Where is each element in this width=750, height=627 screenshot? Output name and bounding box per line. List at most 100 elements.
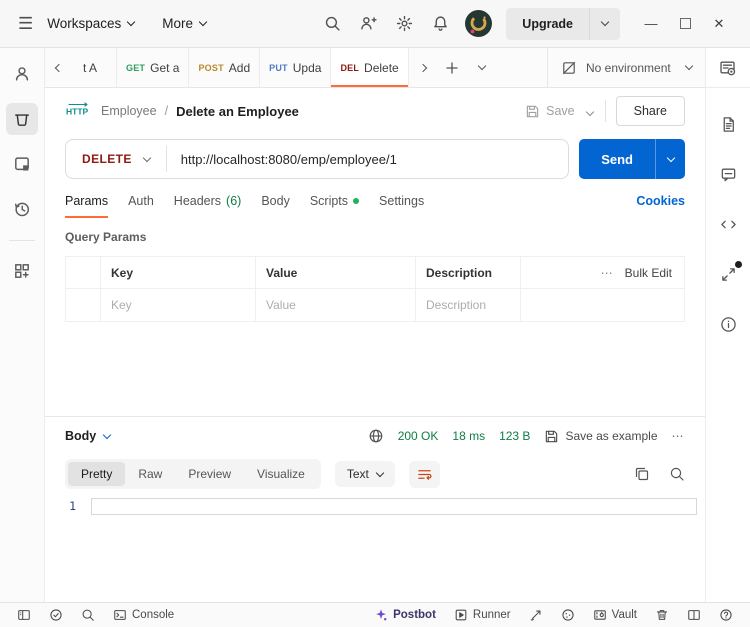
environment-selector[interactable]: No environment <box>547 48 705 87</box>
environment-quick-look-icon[interactable] <box>718 58 738 78</box>
console-button[interactable]: Console <box>104 603 183 627</box>
status-ok-button[interactable] <box>40 603 72 627</box>
response-view-switcher: Pretty Raw Preview Visualize <box>65 459 321 489</box>
new-tab-icon[interactable] <box>437 48 467 87</box>
help-button[interactable] <box>710 603 742 627</box>
view-preview[interactable]: Preview <box>175 462 244 486</box>
window-minimize-button[interactable]: — <box>634 7 668 41</box>
related-requests-icon[interactable] <box>718 261 742 284</box>
response-pane: Body 200 OK 18 ms 123 B Save as example … <box>45 416 705 602</box>
comments-icon[interactable] <box>718 164 738 184</box>
breadcrumb-separator: / <box>164 104 169 118</box>
description-input[interactable]: Description <box>416 289 521 321</box>
tab-params[interactable]: Params <box>65 184 109 218</box>
column-value: Value <box>256 257 416 288</box>
save-button[interactable]: Save <box>525 104 575 119</box>
select-all-cell[interactable] <box>66 257 101 288</box>
upgrade-button[interactable]: Upgrade <box>506 7 620 40</box>
response-options-icon[interactable]: ⋯ <box>672 429 686 443</box>
request-tab-post[interactable]: POST Add <box>189 48 261 87</box>
response-body-editor[interactable]: 1 <box>45 493 705 602</box>
left-sidebar <box>0 48 45 602</box>
more-tools-icon[interactable] <box>6 255 38 287</box>
two-pane-view-button[interactable] <box>678 603 710 627</box>
save-floppy-icon <box>546 430 558 442</box>
request-tab-delete-active[interactable]: DEL Delete <box>331 48 409 87</box>
profile-icon[interactable] <box>6 58 38 90</box>
window-maximize-button[interactable] <box>668 7 702 41</box>
search-response-icon[interactable] <box>669 466 685 482</box>
notifications-bell-icon[interactable] <box>425 9 455 39</box>
tab-settings[interactable]: Settings <box>379 184 424 218</box>
row-checkbox-cell[interactable] <box>66 289 101 321</box>
documentation-icon[interactable] <box>718 114 738 134</box>
save-floppy-icon <box>526 105 539 117</box>
more-menu[interactable]: More <box>162 16 208 31</box>
view-visualize[interactable]: Visualize <box>244 462 318 486</box>
response-size[interactable]: 123 B <box>499 429 530 443</box>
save-options-chevron[interactable] <box>585 102 595 120</box>
invite-user-icon[interactable] <box>353 9 383 39</box>
scroll-tabs-right-icon[interactable] <box>409 48 437 87</box>
workspaces-menu[interactable]: Workspaces <box>47 16 136 31</box>
tab-body[interactable]: Body <box>261 184 290 218</box>
view-pretty[interactable]: Pretty <box>68 462 126 486</box>
cookies-link[interactable]: Cookies <box>636 194 685 208</box>
breadcrumb-collection[interactable]: Employee <box>101 104 157 118</box>
collections-icon[interactable] <box>6 103 38 135</box>
chevron-down-icon <box>103 430 112 439</box>
code-snippet-icon[interactable] <box>718 214 738 234</box>
tab-auth[interactable]: Auth <box>128 184 154 218</box>
history-icon[interactable] <box>6 193 38 225</box>
capture-requests-button[interactable] <box>520 603 552 627</box>
scroll-tabs-left-icon[interactable] <box>45 48 73 87</box>
url-input[interactable]: http://localhost:8080/emp/employee/1 <box>167 152 411 167</box>
tab-scripts[interactable]: Scripts <box>310 184 360 218</box>
breadcrumb-request-name[interactable]: Delete an Employee <box>176 104 299 119</box>
status-bar: Console Postbot Runner Vault <box>0 602 750 627</box>
request-tab-get[interactable]: GET Get a <box>117 48 190 87</box>
response-time[interactable]: 18 ms <box>452 429 485 443</box>
environments-icon[interactable] <box>6 148 38 180</box>
search-icon[interactable] <box>317 9 347 39</box>
chevron-down-icon <box>375 468 385 477</box>
response-empty-line[interactable] <box>91 498 697 515</box>
value-input[interactable]: Value <box>256 289 416 321</box>
request-tab[interactable]: t A <box>73 48 117 87</box>
network-globe-icon[interactable] <box>368 428 384 444</box>
tab-options-chevron-icon[interactable] <box>467 48 497 87</box>
info-icon[interactable] <box>718 314 738 334</box>
window-close-button[interactable]: ✕ <box>702 7 736 41</box>
request-tabbar: t A GET Get a POST Add PUT Upda DEL Dele… <box>45 48 705 88</box>
send-options-chevron[interactable] <box>655 139 685 179</box>
status-badge[interactable]: 200 OK <box>398 429 439 443</box>
save-as-example-button[interactable]: Save as example <box>544 429 658 444</box>
user-avatar[interactable] <box>465 10 493 37</box>
copy-icon[interactable] <box>634 466 650 482</box>
key-input[interactable]: Key <box>101 289 256 321</box>
sidebar-toggle-icon <box>18 610 30 620</box>
runner-button[interactable]: Runner <box>445 603 520 627</box>
view-raw[interactable]: Raw <box>125 462 175 486</box>
wrap-lines-button[interactable] <box>408 460 440 488</box>
main-area: t A GET Get a POST Add PUT Upda DEL Dele… <box>45 48 705 602</box>
column-options-icon[interactable]: ⋯ <box>601 266 614 280</box>
share-button[interactable]: Share <box>615 96 685 126</box>
format-dropdown[interactable]: Text <box>334 461 395 487</box>
postbot-button[interactable]: Postbot <box>365 603 445 627</box>
query-params-title: Query Params <box>65 230 147 244</box>
settings-gear-icon[interactable] <box>389 9 419 39</box>
toggle-sidebar-button[interactable] <box>8 603 40 627</box>
request-tab-put[interactable]: PUT Upda <box>260 48 332 87</box>
cookies-button[interactable] <box>552 603 584 627</box>
find-button[interactable] <box>72 603 104 627</box>
hamburger-menu-icon[interactable]: ☰ <box>18 14 33 34</box>
send-button[interactable]: Send <box>579 139 655 179</box>
upgrade-chevron[interactable] <box>590 17 620 27</box>
response-body-dropdown[interactable]: Body <box>65 429 112 443</box>
vault-button[interactable]: Vault <box>584 603 646 627</box>
method-selector[interactable]: DELETE <box>66 152 166 166</box>
tab-headers[interactable]: Headers (6) <box>174 184 242 218</box>
trash-button[interactable] <box>646 603 678 627</box>
bulk-edit-button[interactable]: ⋯ Bulk Edit <box>521 257 684 288</box>
